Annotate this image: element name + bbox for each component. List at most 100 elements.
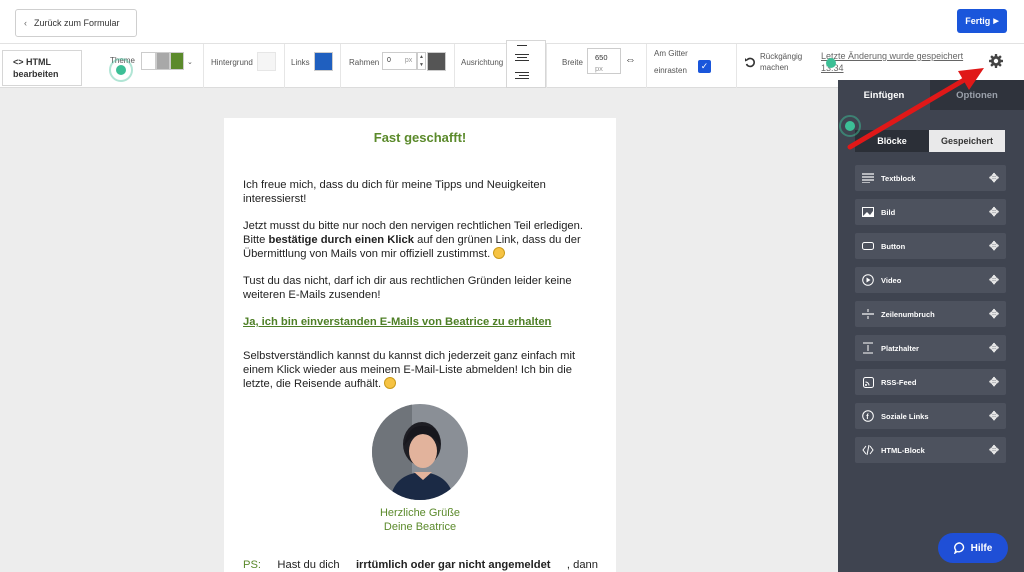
undo-icon[interactable] — [744, 56, 756, 68]
smiley-icon — [493, 247, 506, 259]
theme-color-1[interactable] — [141, 52, 156, 70]
block-label: Soziale Links — [881, 411, 929, 421]
snap-grid-checkbox[interactable]: ✓ — [698, 60, 711, 73]
move-icon[interactable]: ✥ — [982, 273, 1006, 287]
move-icon[interactable]: ✥ — [982, 341, 1006, 355]
block-image[interactable]: Bild ✥ — [855, 199, 1006, 225]
align-center-icon[interactable] — [515, 54, 529, 55]
frame-stepper[interactable]: ▲ ▼ — [417, 52, 426, 70]
ps-line: PS: Hast du dich irrtümlich oder gar nic… — [243, 559, 598, 571]
email-preview[interactable]: Fast geschafft! Ich freue mich, dass du … — [224, 118, 616, 572]
line-break-icon — [855, 309, 881, 319]
snap-grid-label-2: einrasten — [654, 66, 687, 75]
frame-width-input[interactable]: 0 px — [382, 52, 417, 70]
chevron-left-icon: ‹ — [24, 18, 27, 28]
block-label: Button — [881, 241, 906, 251]
avatar — [372, 404, 468, 500]
email-paragraph-2: Jetzt musst du bitte nur noch den nervig… — [243, 219, 603, 261]
smiley-icon-2 — [384, 377, 397, 389]
frame-color-swatch[interactable] — [427, 52, 446, 71]
ps-text-a: Hast du dich — [277, 559, 340, 571]
expand-width-icon[interactable]: ⇔ — [625, 54, 636, 66]
block-label: Platzhalter — [881, 343, 919, 353]
back-to-form-button[interactable]: ‹ Zurück zum Formular — [15, 9, 137, 37]
image-icon — [855, 207, 881, 217]
move-icon[interactable]: ✥ — [982, 307, 1006, 321]
avatar-photo — [372, 404, 468, 500]
placeholder-icon — [855, 342, 881, 354]
p4-text: Selbstverständlich kannst du kannst dich… — [243, 350, 576, 390]
email-paragraph-4: Selbstverständlich kannst du kannst dich… — [243, 349, 603, 391]
move-icon[interactable]: ✥ — [982, 239, 1006, 253]
block-label: Bild — [881, 207, 896, 217]
side-panel: Einfügen Optionen Blöcke Gespeichert Tex… — [838, 80, 1024, 572]
ps-label: PS: — [243, 559, 262, 571]
block-label: Video — [881, 275, 902, 285]
alignment-dropdown[interactable] — [506, 40, 546, 88]
frame-label: Rahmen — [349, 58, 380, 67]
links-color-swatch[interactable] — [314, 52, 333, 71]
move-icon[interactable]: ✥ — [982, 443, 1006, 457]
email-paragraph-1: Ich freue mich, dass du dich für meine T… — [243, 179, 546, 205]
block-label: Textblock — [881, 173, 916, 183]
done-label: Fertig — [965, 16, 991, 26]
edit-html-label-1: HTML — [26, 57, 52, 67]
chat-bubble-icon — [953, 542, 964, 554]
undo-label[interactable]: Rückgängig machen — [760, 51, 802, 73]
block-textblock[interactable]: Textblock ✥ — [855, 165, 1006, 191]
background-color-swatch[interactable] — [257, 52, 276, 71]
align-right-icon[interactable] — [515, 72, 529, 73]
block-html[interactable]: HTML-Block ✥ — [855, 437, 1006, 463]
move-icon[interactable]: ✥ — [982, 375, 1006, 389]
move-icon[interactable]: ✥ — [982, 205, 1006, 219]
rss-icon — [855, 376, 881, 388]
block-button[interactable]: Button ✥ — [855, 233, 1006, 259]
back-to-form-label: Zurück zum Formular — [34, 18, 120, 28]
frame-width-value: 0 — [387, 57, 391, 64]
edit-html-button[interactable]: <> HTML bearbeiten — [2, 50, 82, 86]
greeting-line-1: Herzliche Grüße — [379, 507, 461, 519]
background-label: Hintergrund — [211, 58, 253, 67]
segment-saved[interactable]: Gespeichert — [929, 130, 1005, 152]
move-icon[interactable]: ✥ — [982, 171, 1006, 185]
highlight-dot-3 — [845, 121, 855, 131]
help-button[interactable]: Hilfe — [938, 533, 1008, 563]
button-icon — [855, 242, 881, 250]
highlight-dot — [116, 65, 126, 75]
code-icon: <> — [13, 57, 24, 67]
block-social-links[interactable]: f Soziale Links ✥ — [855, 403, 1006, 429]
block-placeholder[interactable]: Platzhalter ✥ — [855, 335, 1006, 361]
tab-options[interactable]: Optionen — [930, 80, 1024, 110]
move-icon[interactable]: ✥ — [982, 409, 1006, 423]
done-button[interactable]: Fertig ▶ — [957, 9, 1007, 33]
email-paragraph-3: Tust du das nicht, darf ich dir aus rech… — [243, 275, 572, 301]
greeting-line-2: Deine Beatrice — [383, 521, 457, 533]
confirm-link[interactable]: Ja, ich bin einverstanden E-Mails von Be… — [243, 316, 551, 328]
tab-insert[interactable]: Einfügen — [838, 80, 930, 110]
block-line-break[interactable]: Zeilenumbruch ✥ — [855, 301, 1006, 327]
caret-right-icon: ▶ — [993, 18, 999, 25]
width-label: Breite — [562, 58, 583, 67]
theme-color-2[interactable] — [156, 52, 170, 70]
help-label: Hilfe — [970, 542, 993, 554]
block-rss[interactable]: RSS-Feed ✥ — [855, 369, 1006, 395]
width-unit: px — [595, 64, 603, 73]
frame-width-unit: px — [404, 57, 413, 64]
theme-chevron-icon[interactable]: ⌄ — [187, 58, 193, 66]
theme-color-3[interactable] — [170, 52, 184, 70]
video-icon — [855, 274, 881, 286]
edit-html-label-2: bearbeiten — [13, 69, 59, 79]
segment-blocks[interactable]: Blöcke — [855, 130, 929, 152]
width-value: 650 — [595, 53, 608, 62]
block-video[interactable]: Video ✥ — [855, 267, 1006, 293]
text-icon — [855, 173, 881, 183]
width-input[interactable]: 650 px — [587, 48, 621, 74]
gear-icon[interactable] — [988, 53, 1004, 69]
block-label: HTML-Block — [881, 445, 925, 455]
highlight-dot-2 — [826, 58, 836, 68]
top-bar: ‹ Zurück zum Formular Fertig ▶ — [0, 0, 1024, 44]
snap-grid-label: Am Gitter einrasten — [654, 47, 688, 77]
alignment-label: Ausrichtung — [461, 58, 504, 67]
last-change-link[interactable]: Letzte Änderung wurde gespeichert 13:34 — [821, 50, 981, 74]
email-title: Fast geschafft! — [373, 130, 467, 145]
